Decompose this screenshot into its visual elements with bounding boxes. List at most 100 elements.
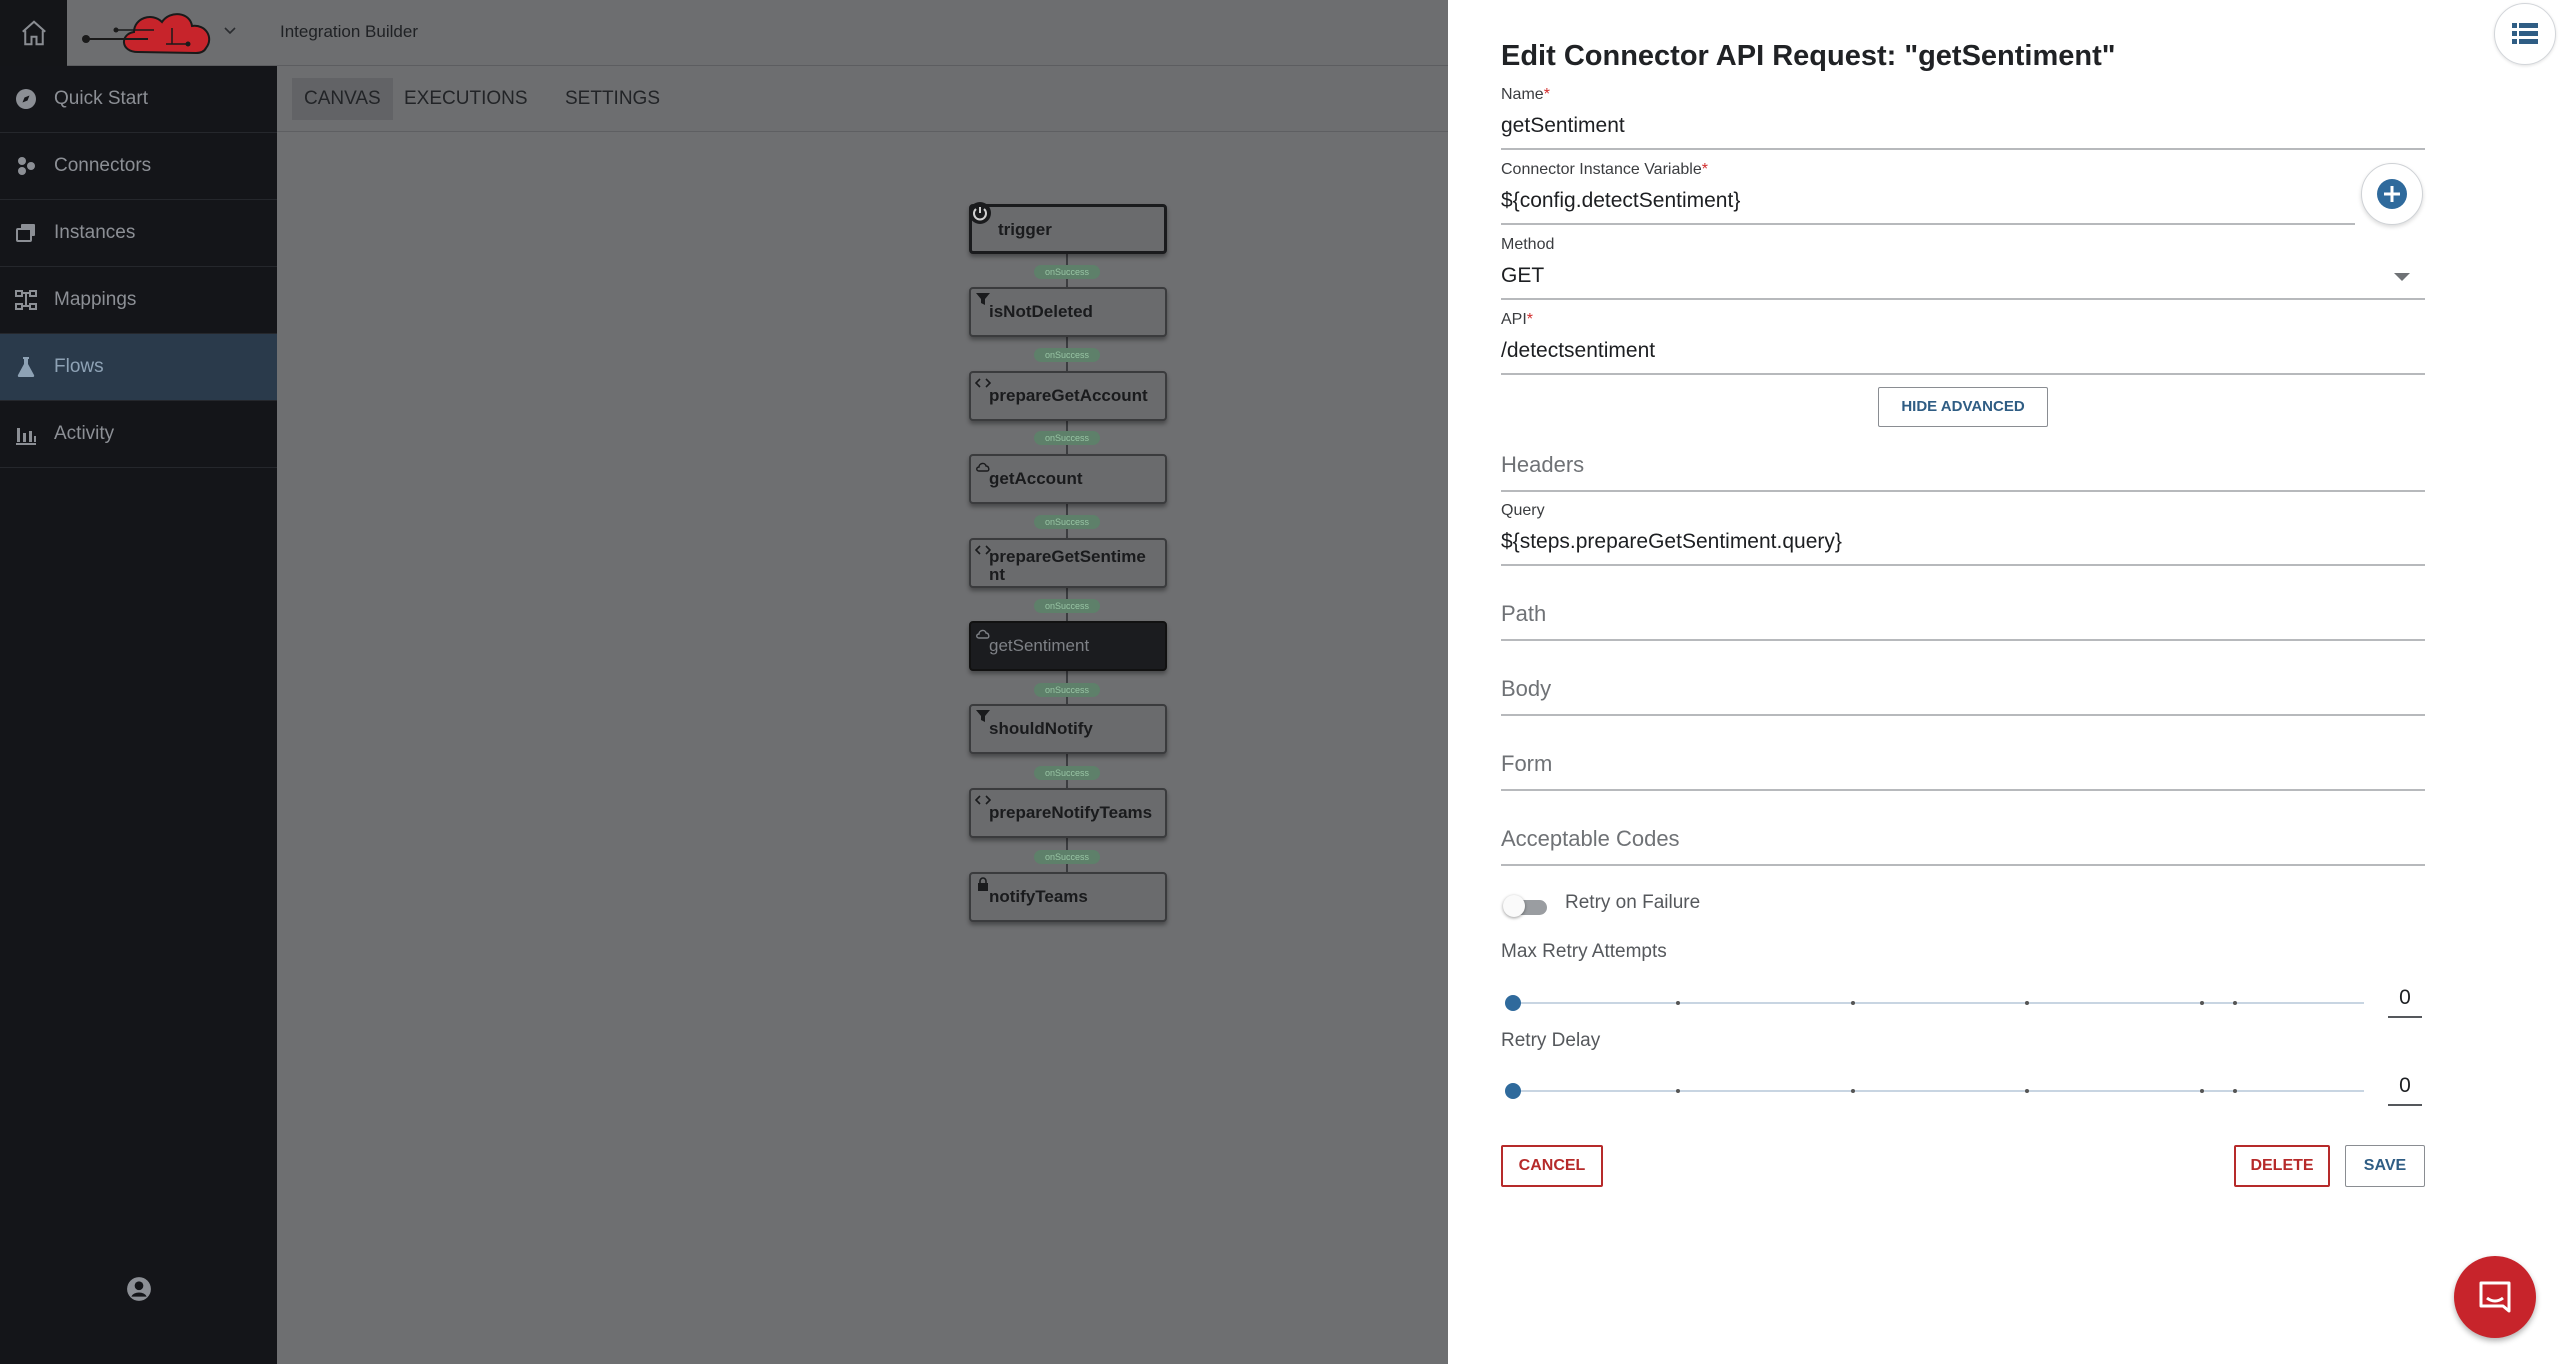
slider-tick — [2025, 1089, 2029, 1093]
home-button[interactable] — [0, 0, 67, 66]
on-success-badge: onSuccess — [1034, 683, 1100, 697]
slider-tick — [2025, 1001, 2029, 1005]
acceptable-codes-field[interactable]: Acceptable Codes — [1501, 814, 2425, 866]
name-label-text: Name — [1501, 86, 1544, 103]
api-label-text: API — [1501, 311, 1527, 328]
retry-on-failure-toggle[interactable] — [1503, 895, 1549, 917]
on-success-badge: onSuccess — [1034, 265, 1100, 279]
flow-node-prepare-get-sentiment[interactable]: prepareGetSentime nt — [969, 538, 1167, 588]
flow-node-is-not-deleted[interactable]: isNotDeleted — [969, 287, 1167, 337]
connector-instance-variable-field[interactable]: Connector Instance Variable* ${config.de… — [1501, 159, 2355, 225]
menu-button[interactable] — [2494, 3, 2556, 65]
sidebar-item-label: Connectors — [54, 155, 152, 176]
method-select[interactable]: Method GET — [1501, 234, 2425, 300]
cancel-button[interactable]: CANCEL — [1501, 1145, 1603, 1187]
flow-node-trigger[interactable]: trigger — [969, 202, 1167, 254]
bar-chart-icon — [16, 428, 36, 445]
sidebar-item-mappings[interactable]: Mappings — [0, 267, 277, 334]
flow-node-prepare-notify-teams[interactable]: prepareNotifyTeams — [969, 788, 1167, 838]
company-logo — [82, 13, 211, 55]
required-marker: * — [1701, 161, 1708, 178]
required-marker: * — [1526, 311, 1534, 328]
body-placeholder: Body — [1501, 676, 1552, 701]
node-label: getSentiment — [989, 636, 1090, 655]
sidebar: Quick Start Connectors Instances Mapping… — [0, 66, 277, 1364]
app-title: Integration Builder — [280, 22, 418, 41]
headers-field[interactable]: Headers — [1501, 440, 2425, 492]
instance-var-label: Connector Instance Variable* — [1501, 161, 1708, 179]
api-field[interactable]: API* /detectsentiment — [1501, 309, 2425, 375]
edit-request-drawer: Edit Connector API Request: "getSentimen… — [1448, 0, 2560, 1364]
sidebar-item-connectors[interactable]: Connectors — [0, 133, 277, 200]
retry-delay-label: Retry Delay — [1501, 1030, 1601, 1051]
query-label: Query — [1501, 502, 1545, 519]
name-label: Name* — [1501, 86, 1550, 104]
chat-button[interactable] — [2454, 1256, 2536, 1338]
on-success-badge: onSuccess — [1034, 348, 1100, 362]
name-field[interactable]: Name* getSentiment — [1501, 84, 2425, 150]
add-instance-variable-button[interactable] — [2361, 163, 2423, 225]
user-account-icon[interactable] — [126, 1276, 152, 1302]
save-button[interactable]: SAVE — [2345, 1145, 2425, 1187]
flow-node-prepare-get-account[interactable]: prepareGetAccount — [969, 371, 1167, 421]
slider-tick — [1676, 1089, 1680, 1093]
toggle-knob — [1503, 895, 1525, 917]
slider-thumb[interactable] — [1505, 995, 1521, 1011]
node-label: prepareGetAccount — [989, 386, 1148, 405]
flow-node-get-account[interactable]: getAccount — [969, 454, 1167, 504]
headers-placeholder: Headers — [1501, 452, 1585, 477]
retry-delay-slider[interactable] — [1505, 1083, 2364, 1099]
on-success-badge: onSuccess — [1034, 766, 1100, 780]
sidebar-item-instances[interactable]: Instances — [0, 200, 277, 267]
instance-var-label-text: Connector Instance Variable — [1501, 161, 1702, 178]
slider-tick — [2233, 1089, 2237, 1093]
node-label: prepareNotifyTeams — [989, 803, 1153, 822]
method-label: Method — [1501, 236, 1555, 253]
sidebar-item-label: Quick Start — [54, 88, 148, 109]
tab-settings[interactable]: SETTINGS — [553, 78, 672, 120]
chevron-down-icon[interactable] — [222, 22, 238, 38]
node-label-line-1: prepareGetSentime — [989, 547, 1146, 566]
sidebar-item-flows[interactable]: Flows — [0, 334, 277, 401]
form-field[interactable]: Form — [1501, 739, 2425, 791]
flow-node-should-notify[interactable]: shouldNotify — [969, 704, 1167, 754]
hide-advanced-button[interactable]: HIDE ADVANCED — [1878, 387, 2048, 427]
flask-icon — [17, 357, 35, 377]
max-retry-input[interactable]: 0 — [2388, 986, 2422, 1018]
tab-canvas[interactable]: CANVAS — [292, 78, 393, 120]
home-icon — [21, 20, 46, 46]
body-field[interactable]: Body — [1501, 664, 2425, 716]
sidebar-item-label: Activity — [54, 423, 115, 444]
retry-delay-input[interactable]: 0 — [2388, 1074, 2422, 1106]
slider-tick — [2200, 1089, 2204, 1093]
instance-var-value: ${config.detectSentiment} — [1501, 189, 1741, 212]
name-value: getSentiment — [1501, 114, 1625, 137]
on-success-badge: onSuccess — [1034, 850, 1100, 864]
query-value: ${steps.prepareGetSentiment.query} — [1501, 530, 1842, 553]
slider-tick — [1851, 1089, 1855, 1093]
node-label: trigger — [998, 220, 1052, 239]
slider-tick — [1676, 1001, 1680, 1005]
tab-executions[interactable]: EXECUTIONS — [392, 78, 540, 120]
flow-canvas[interactable]: onSuccess onSuccess onSuccess onSuccess … — [277, 132, 1448, 1364]
slider-tick — [2233, 1001, 2237, 1005]
acceptable-codes-placeholder: Acceptable Codes — [1501, 826, 1680, 851]
query-field[interactable]: Query ${steps.prepareGetSentiment.query} — [1501, 500, 2425, 566]
flow-node-get-sentiment[interactable]: getSentiment — [969, 621, 1167, 671]
slider-thumb[interactable] — [1505, 1083, 1521, 1099]
delete-button[interactable]: DELETE — [2234, 1145, 2330, 1187]
on-success-badge: onSuccess — [1034, 599, 1100, 613]
node-label: isNotDeleted — [989, 302, 1093, 321]
sidebar-item-activity[interactable]: Activity — [0, 401, 277, 468]
compass-icon — [16, 89, 36, 109]
sidebar-item-quick-start[interactable]: Quick Start — [0, 66, 277, 133]
dropdown-caret-icon[interactable] — [2393, 272, 2411, 282]
node-label: notifyTeams — [989, 887, 1088, 906]
retry-on-failure-label: Retry on Failure — [1565, 892, 1701, 913]
flow-node-notify-teams[interactable]: notifyTeams — [969, 872, 1167, 922]
max-retry-slider[interactable] — [1505, 995, 2364, 1011]
chat-icon — [2479, 1281, 2511, 1313]
form-placeholder: Form — [1501, 751, 1553, 776]
node-label: prepareGetSentime nt — [989, 548, 1146, 584]
path-field[interactable]: Path — [1501, 589, 2425, 641]
